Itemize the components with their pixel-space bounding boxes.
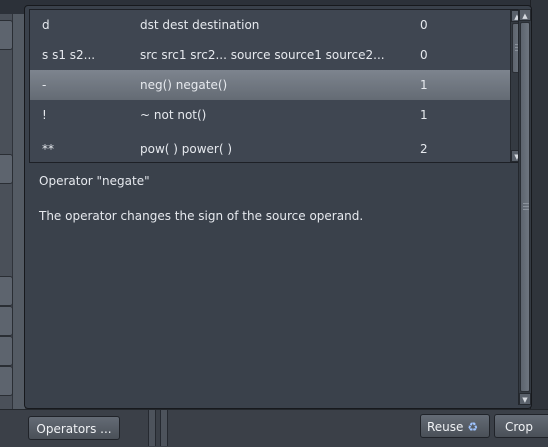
operator-row-src[interactable]: s s1 s2... src src1 src2... source sourc… [30,40,521,70]
operator-names: pow( ) power( ) [140,142,233,156]
popup-scrollbar[interactable]: ▲ ▼ [518,9,531,405]
grip-line [523,206,529,207]
operator-value: 1 [420,78,428,92]
operator-names: src src1 src2... source source1 source2.… [140,48,385,62]
left-tab[interactable] [0,20,13,50]
operator-row-not[interactable]: ! ~ not not() 1 [30,100,521,130]
operator-value: 0 [420,48,428,62]
operator-symbol: s s1 s2... [42,48,96,62]
popup-scroll-thumb[interactable] [520,22,530,392]
down-arrow-icon[interactable]: ▼ [519,393,531,405]
operator-list: d dst dest destination 0 s s1 s2... src … [29,9,522,163]
left-tab[interactable] [0,154,13,184]
operator-value: 2 [420,142,428,156]
operator-symbol: - [42,78,47,92]
recycle-icon: ♻ [467,420,479,434]
left-tab[interactable] [0,336,13,366]
description-title: Operator "negate" [39,174,150,188]
left-tab[interactable] [0,276,13,306]
operator-row-negate[interactable]: - neg() negate() 1 [30,70,521,100]
grip-line [523,203,529,204]
crop-button[interactable]: Crop [494,414,548,438]
operator-symbol: ** [42,142,54,156]
description-text: The operator changes the sign of the sou… [39,209,364,223]
up-arrow-icon[interactable]: ▲ [519,9,531,21]
left-tab[interactable] [0,306,13,336]
reuse-button[interactable]: Reuse ♻ [420,414,490,438]
operator-names: neg() negate() [140,78,228,92]
operator-value: 0 [420,18,428,32]
reuse-label: Reuse [427,420,464,434]
operator-symbol: ! [42,108,47,122]
operator-popup: d dst dest destination 0 s s1 s2... src … [24,5,532,409]
operator-row-dst[interactable]: d dst dest destination 0 [30,10,521,40]
operator-names: dst dest destination [140,18,260,32]
right-panel-edge [530,0,548,410]
left-tool-strip [0,14,25,409]
pane-divider[interactable] [160,410,168,446]
operator-value: 1 [420,108,428,122]
operator-names: ~ not not() [140,108,207,122]
left-tab[interactable] [0,366,13,396]
pane-divider[interactable] [148,410,156,446]
operators-button[interactable]: Operators ... [28,416,120,440]
operator-row-power[interactable]: ** pow( ) power( ) 2 [30,130,521,160]
operator-symbol: d [42,18,50,32]
grip-line [523,209,529,210]
operator-description: Operator "negate" The operator changes t… [39,174,509,223]
